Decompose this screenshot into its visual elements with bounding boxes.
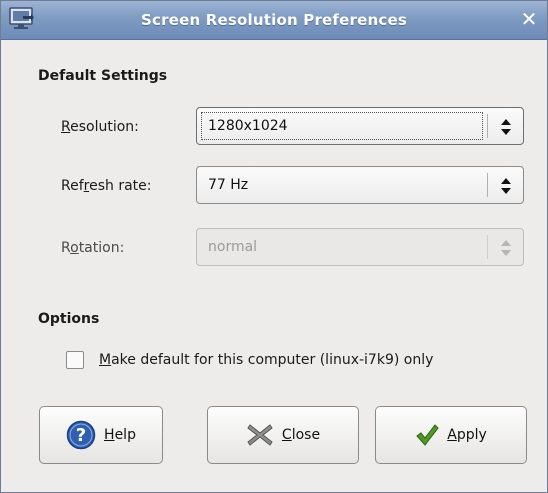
close-button-label: Close xyxy=(281,427,321,443)
window-title: Screen Resolution Preferences xyxy=(141,11,407,29)
up-down-arrows-icon xyxy=(501,119,511,135)
close-icon xyxy=(247,424,273,446)
apply-button-label: Apply xyxy=(447,427,487,443)
combo-separator xyxy=(487,235,488,259)
help-button-label: Help xyxy=(104,427,136,443)
options-heading: Options xyxy=(38,311,100,327)
refresh-rate-value: 77 Hz xyxy=(208,177,249,193)
refresh-rate-label: Refresh rate: xyxy=(61,178,152,194)
combo-separator xyxy=(487,114,488,138)
resolution-value: 1280x1024 xyxy=(208,118,288,134)
preferences-dialog: Screen Resolution Preferences ✕ Default … xyxy=(0,0,548,493)
close-button[interactable]: Close xyxy=(207,406,359,464)
up-down-arrows-icon xyxy=(501,240,511,256)
combo-separator xyxy=(487,173,488,197)
up-down-arrows-icon xyxy=(501,178,511,194)
help-button[interactable]: ? Help xyxy=(39,406,163,464)
apply-button[interactable]: Apply xyxy=(375,406,527,464)
help-icon: ? xyxy=(66,420,96,450)
default-settings-heading: Default Settings xyxy=(38,68,168,84)
checkmark-icon xyxy=(416,424,439,446)
resolution-label: Resolution: xyxy=(61,119,139,135)
rotation-value: normal xyxy=(208,239,258,255)
resolution-combo[interactable]: 1280x1024 xyxy=(196,107,524,145)
rotation-combo: normal xyxy=(196,228,524,266)
window-close-icon[interactable]: ✕ xyxy=(517,7,541,31)
make-default-label[interactable]: Make default for this computer (linux-i7… xyxy=(99,352,433,368)
svg-text:?: ? xyxy=(76,425,86,446)
make-default-checkbox[interactable] xyxy=(66,351,84,369)
title-bar[interactable]: Screen Resolution Preferences ✕ xyxy=(1,1,547,40)
rotation-label: Rotation: xyxy=(61,240,125,256)
refresh-rate-combo[interactable]: 77 Hz xyxy=(196,166,524,204)
